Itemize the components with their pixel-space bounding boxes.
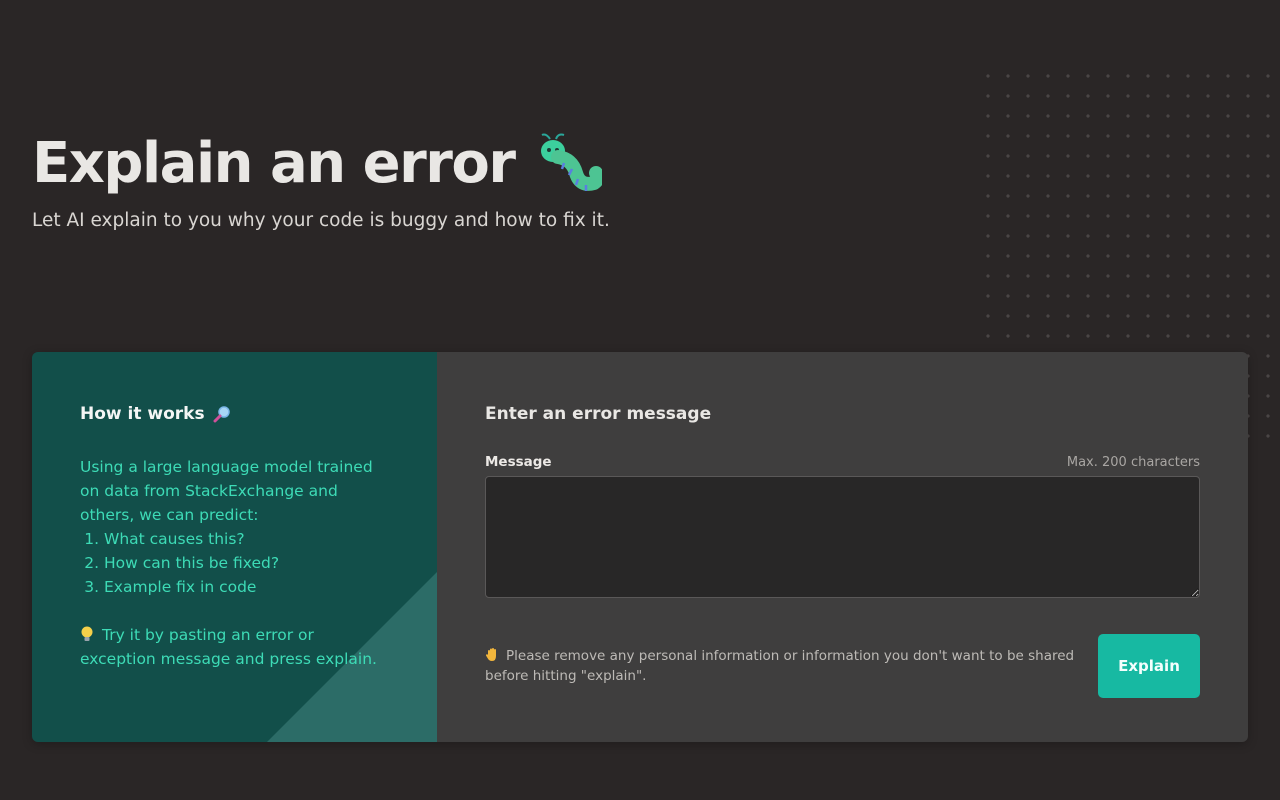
message-field-header: Message Max. 200 characters <box>485 454 1200 470</box>
form-title: Enter an error message <box>485 404 712 424</box>
lightbulb-icon <box>81 626 93 641</box>
step-item: How can this be fixed? <box>104 551 380 575</box>
how-it-works-title: How it works <box>80 404 389 424</box>
message-hint: Max. 200 characters <box>1066 455 1200 470</box>
how-it-works-panel: How it works Using a large language mode… <box>32 352 437 742</box>
tip: Try it by pasting an error or exception … <box>80 623 380 671</box>
form-footer: Please remove any personal information o… <box>485 634 1200 698</box>
step-item: What causes this? <box>104 527 380 551</box>
explain-button[interactable]: Explain <box>1098 634 1200 698</box>
steps-list: What causes this? How can this be fixed?… <box>104 527 380 599</box>
how-it-works-body: Using a large language model trained on … <box>80 455 380 671</box>
hero-title-row: Explain an error <box>32 128 610 198</box>
how-it-works-intro: Using a large language model trained on … <box>80 458 373 524</box>
message-label: Message <box>485 454 552 470</box>
privacy-notice: Please remove any personal information o… <box>485 646 1085 686</box>
hero: Explain an error Let AI explain to you w… <box>32 128 610 232</box>
page-subtitle: Let AI explain to you why your code is b… <box>32 210 610 231</box>
page-title: Explain an error <box>32 130 516 196</box>
how-it-works-title-text: How it works <box>80 404 205 424</box>
error-form-panel: Enter an error message Message Max. 200 … <box>437 352 1248 742</box>
main-card: How it works Using a large language mode… <box>32 352 1248 742</box>
step-item: Example fix in code <box>104 575 380 599</box>
tip-text: Try it by pasting an error or exception … <box>80 626 377 668</box>
message-input[interactable] <box>485 476 1200 598</box>
magnifier-icon <box>213 406 230 423</box>
privacy-notice-text: Please remove any personal information o… <box>485 648 1075 684</box>
raised-hand-icon <box>485 648 496 661</box>
caterpillar-icon <box>541 133 603 191</box>
